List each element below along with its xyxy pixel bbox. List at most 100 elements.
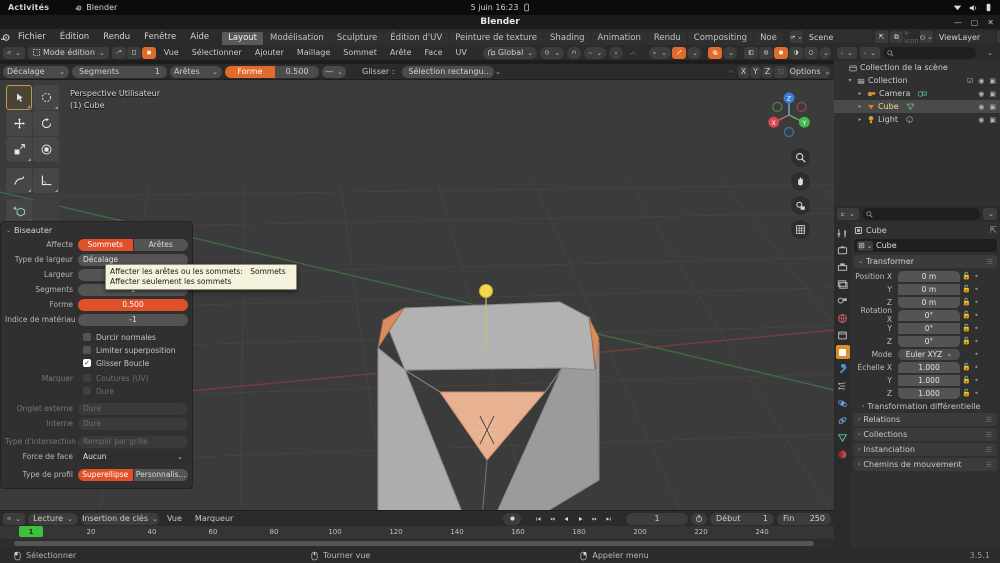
animate-dot-icon[interactable]: •: [973, 298, 980, 307]
rotate-tool[interactable]: [33, 111, 59, 136]
eye-icon[interactable]: ◉: [978, 103, 984, 111]
scene-selector[interactable]: Scene ⇱ ⧉ x-icon ViewLayer ⧉ ✕: [789, 29, 1000, 45]
face-select-icon[interactable]: [141, 46, 156, 59]
panel-drag-handle[interactable]: ☰: [986, 446, 992, 454]
navigation-gizmo[interactable]: Z X Y: [762, 88, 816, 142]
3d-viewport[interactable]: Perspective Utilisateur (1) Cube Z X Y ⌄…: [0, 80, 834, 510]
playhead[interactable]: 1: [19, 526, 43, 537]
menu-fichier[interactable]: Fichier: [11, 29, 53, 45]
bevel-panel-header[interactable]: ⌄ Biseauter: [5, 225, 188, 238]
profile-preset-dropdown[interactable]: —: [322, 65, 346, 78]
solid-shading-icon[interactable]: [774, 46, 788, 59]
outliner-row-cube[interactable]: ▸ Cube ◉ ▣: [834, 100, 1000, 113]
lock-icon[interactable]: 🔓: [962, 285, 971, 293]
viewlayer-icon[interactable]: [919, 31, 933, 43]
mark-sharp-row[interactable]: Dure: [5, 385, 188, 397]
modifier-tab[interactable]: [836, 362, 850, 376]
mark-seams-checkbox[interactable]: [83, 374, 91, 382]
measure-tool[interactable]: [33, 168, 59, 193]
menu-sommet[interactable]: Sommet: [338, 48, 382, 57]
eye-icon[interactable]: ◉: [978, 90, 984, 98]
menu-vue[interactable]: Vue: [159, 48, 184, 57]
menu-maillage[interactable]: Maillage: [292, 48, 335, 57]
mirror-y-button[interactable]: Y: [750, 65, 761, 78]
rotation-x-value[interactable]: 0°: [898, 309, 960, 321]
tab-modelisation[interactable]: Modélisation: [264, 32, 330, 45]
affect-edges-button[interactable]: Arêtes: [133, 238, 188, 251]
shape-value[interactable]: 0.500: [78, 298, 188, 311]
pivot-icon[interactable]: [540, 46, 565, 59]
constraints-tab[interactable]: [836, 413, 850, 427]
scale-tool[interactable]: [6, 137, 32, 162]
tab-rendu[interactable]: Rendu: [647, 32, 687, 45]
animate-dot-icon[interactable]: •: [973, 350, 980, 359]
timeline-menu-vue[interactable]: Vue: [162, 514, 187, 523]
location-z-value[interactable]: 0 m: [898, 296, 960, 308]
window-controls[interactable]: — ▢ ✕: [954, 15, 994, 29]
menu-uv[interactable]: UV: [451, 48, 472, 57]
width-type-dropdown[interactable]: Décalage: [3, 65, 69, 78]
tab-animation[interactable]: Animation: [591, 32, 647, 45]
tab-sculpture[interactable]: Sculpture: [330, 32, 384, 45]
motion-paths-panel[interactable]: › Chemins de mouvement ☰: [854, 458, 997, 471]
mirror-icon[interactable]: [725, 66, 737, 78]
scale-y-value[interactable]: 1.000: [898, 374, 960, 386]
clamp-overlap-checkbox[interactable]: [83, 346, 91, 354]
close-button[interactable]: ✕: [987, 18, 994, 27]
properties-options-icon[interactable]: [983, 208, 997, 220]
outliner-row-collection[interactable]: ▾ Collection ☑ ◉ ▣: [834, 74, 1000, 87]
outliner-search-input[interactable]: [883, 47, 976, 59]
render-camera-icon[interactable]: ▣: [989, 116, 996, 124]
transform-orientation-selector[interactable]: Global: [482, 46, 538, 59]
collection-checkbox[interactable]: ☑: [967, 77, 973, 85]
segments-field[interactable]: Segments 1: [72, 65, 167, 78]
outliner-row-light[interactable]: ▸ Light ◉ ▣: [834, 113, 1000, 126]
mark-sharp-checkbox[interactable]: [83, 387, 91, 395]
snap-dropdown-icon[interactable]: [687, 46, 701, 59]
lock-icon[interactable]: 🔓: [962, 298, 971, 306]
tab-noeuds[interactable]: Noe: [754, 32, 783, 45]
edge-select-icon[interactable]: [126, 46, 141, 59]
animate-dot-icon[interactable]: •: [973, 337, 980, 346]
clock[interactable]: 5 juin 16:23: [471, 3, 530, 12]
transform-panel-header[interactable]: ⌄ Transformer ☰: [854, 255, 997, 268]
menu-face[interactable]: Face: [419, 48, 447, 57]
material-tab[interactable]: [836, 447, 850, 461]
expand-arrow[interactable]: ▸: [856, 116, 864, 123]
lock-icon[interactable]: 🔓: [962, 311, 971, 319]
lock-icon[interactable]: 🔓: [962, 324, 971, 332]
magnet-icon[interactable]: [567, 46, 582, 59]
xray-icon[interactable]: [744, 46, 758, 59]
eye-icon[interactable]: ◉: [978, 116, 984, 124]
pin-icon[interactable]: ⇱: [989, 226, 997, 236]
menu-rendu[interactable]: Rendu: [96, 29, 137, 45]
expand-arrow[interactable]: ▾: [846, 77, 854, 84]
mesh-visibility-icon[interactable]: [649, 46, 671, 59]
menu-aide[interactable]: Aide: [183, 29, 216, 45]
tab-shading[interactable]: Shading: [543, 32, 591, 45]
object-name-field[interactable]: Cube: [854, 239, 997, 252]
render-camera-icon[interactable]: ▣: [989, 77, 996, 85]
transform-tool[interactable]: [33, 137, 59, 162]
annotate-tool[interactable]: [6, 168, 32, 193]
activities-button[interactable]: Activités: [8, 3, 49, 12]
panel-drag-handle[interactable]: ☰: [986, 461, 992, 469]
outliner-editor[interactable]: Collection de la scène ▾ Collection ☑ ◉ …: [834, 45, 1000, 206]
tool-tab[interactable]: [836, 226, 850, 240]
eye-icon[interactable]: ◉: [978, 77, 984, 85]
profile-superellipse-button[interactable]: Superellipse: [78, 468, 133, 481]
animate-dot-icon[interactable]: •: [973, 311, 980, 320]
relations-panel[interactable]: › Relations ☰: [854, 413, 997, 426]
intersection-value[interactable]: Remplir par grille: [78, 435, 188, 448]
drag-mode-dropdown[interactable]: Sélection rectangu...: [402, 65, 495, 78]
record-icon[interactable]: [503, 512, 521, 525]
animate-dot-icon[interactable]: •: [973, 272, 980, 281]
mode-selector[interactable]: Mode édition: [28, 46, 109, 59]
next-keyframe-icon[interactable]: [588, 513, 601, 525]
tab-layout[interactable]: Layout: [222, 32, 263, 45]
overlays-dropdown-icon[interactable]: [723, 46, 737, 59]
inner-miter-value[interactable]: Dure: [78, 417, 188, 430]
menu-fenetre[interactable]: Fenêtre: [137, 29, 183, 45]
menu-arete[interactable]: Arête: [385, 48, 417, 57]
overlays-icon[interactable]: [708, 46, 722, 59]
